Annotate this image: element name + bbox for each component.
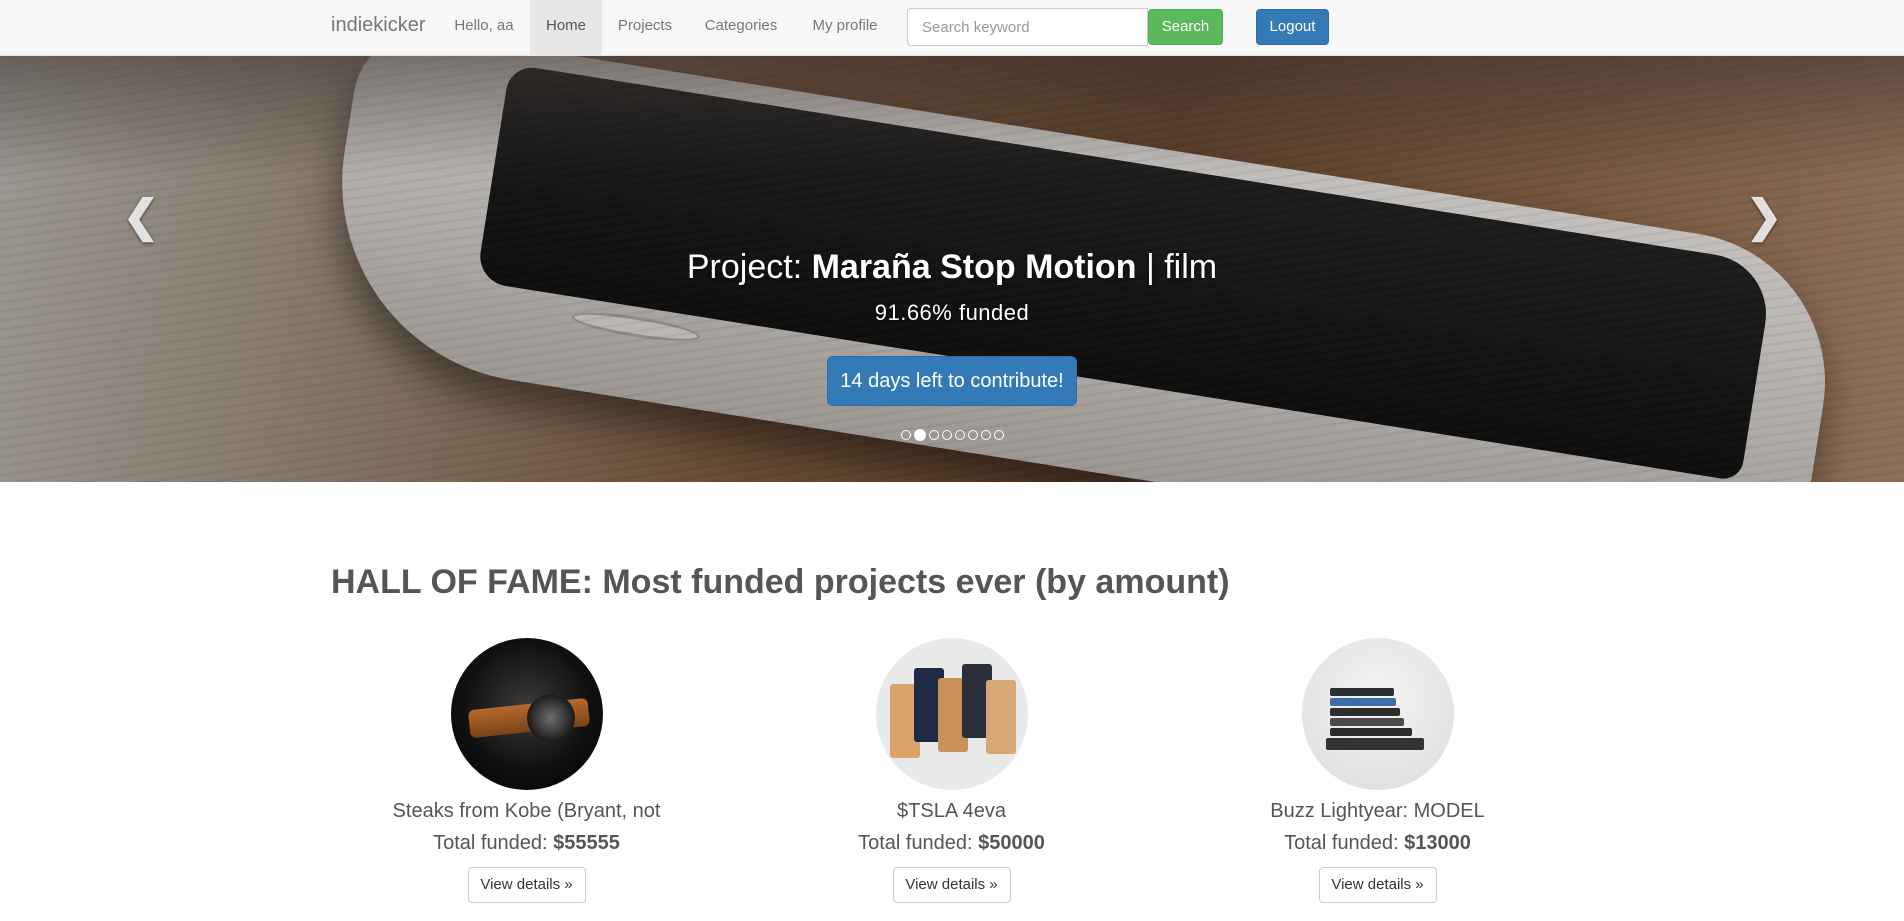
view-details-button[interactable]: View details » (1318, 867, 1437, 903)
carousel-category: film (1164, 248, 1218, 286)
carousel-title: Project: Maraña Stop Motion | film (686, 248, 1218, 286)
project-funded: Total funded: $13000 (1284, 832, 1471, 854)
top-navbar: indiekicker Hello, aa Home Projects Cate… (0, 0, 1904, 56)
nav-categories[interactable]: Categories (688, 0, 794, 55)
carousel-indicator-dot[interactable] (967, 430, 978, 440)
project-card: Steaks from Kobe (Bryant, not Total fund… (314, 638, 739, 903)
hero-carousel: ❮ ❯ Project: Maraña Stop Motion | film 9… (0, 56, 1904, 482)
hall-of-fame-title: HALL OF FAME: Most funded projects ever … (331, 563, 1230, 601)
brand-logo[interactable]: indiekicker (331, 14, 425, 37)
project-card: Buzz Lightyear: MODEL Total funded: $130… (1165, 638, 1590, 903)
project-name: Buzz Lightyear: MODEL (1270, 800, 1485, 822)
project-funded: Total funded: $50000 (858, 832, 1045, 854)
project-card: $TSLA 4eva Total funded: $50000 View det… (739, 638, 1164, 903)
project-thumbnail (450, 638, 603, 790)
carousel-indicator-dot[interactable] (993, 430, 1004, 440)
carousel-funded: 91.66% funded (874, 300, 1030, 325)
project-thumbnail (1301, 638, 1454, 790)
project-funded: Total funded: $55555 (433, 832, 620, 854)
view-details-button[interactable]: View details » (467, 867, 586, 903)
nav-projects[interactable]: Projects (602, 0, 688, 55)
carousel-indicator-dot[interactable] (928, 430, 939, 440)
project-name: Steaks from Kobe (Bryant, not (392, 800, 661, 822)
carousel-prev-icon[interactable]: ❮ (121, 192, 161, 242)
carousel-indicator-dot[interactable] (941, 430, 952, 440)
carousel-indicator-dot[interactable] (954, 430, 965, 440)
search-input[interactable] (907, 8, 1148, 46)
carousel-indicator-dot[interactable] (913, 429, 926, 441)
nav-greeting[interactable]: Hello, aa (446, 0, 522, 55)
search-button[interactable]: Search (1148, 9, 1223, 45)
carousel-project-name[interactable]: Maraña Stop Motion (812, 248, 1137, 286)
carousel-indicator-dot[interactable] (900, 430, 911, 440)
project-thumbnail (875, 638, 1028, 790)
view-details-button[interactable]: View details » (892, 867, 1011, 903)
carousel-next-icon[interactable]: ❯ (1744, 192, 1784, 242)
carousel-indicators (0, 428, 1904, 442)
nav-my-profile[interactable]: My profile (794, 0, 896, 55)
nav-home[interactable]: Home (530, 0, 602, 55)
contribute-button[interactable]: 14 days left to contribute! (827, 356, 1077, 406)
carousel-indicator-dot[interactable] (980, 430, 991, 440)
logout-button[interactable]: Logout (1256, 9, 1329, 45)
project-name: $TSLA 4eva (897, 800, 1006, 822)
